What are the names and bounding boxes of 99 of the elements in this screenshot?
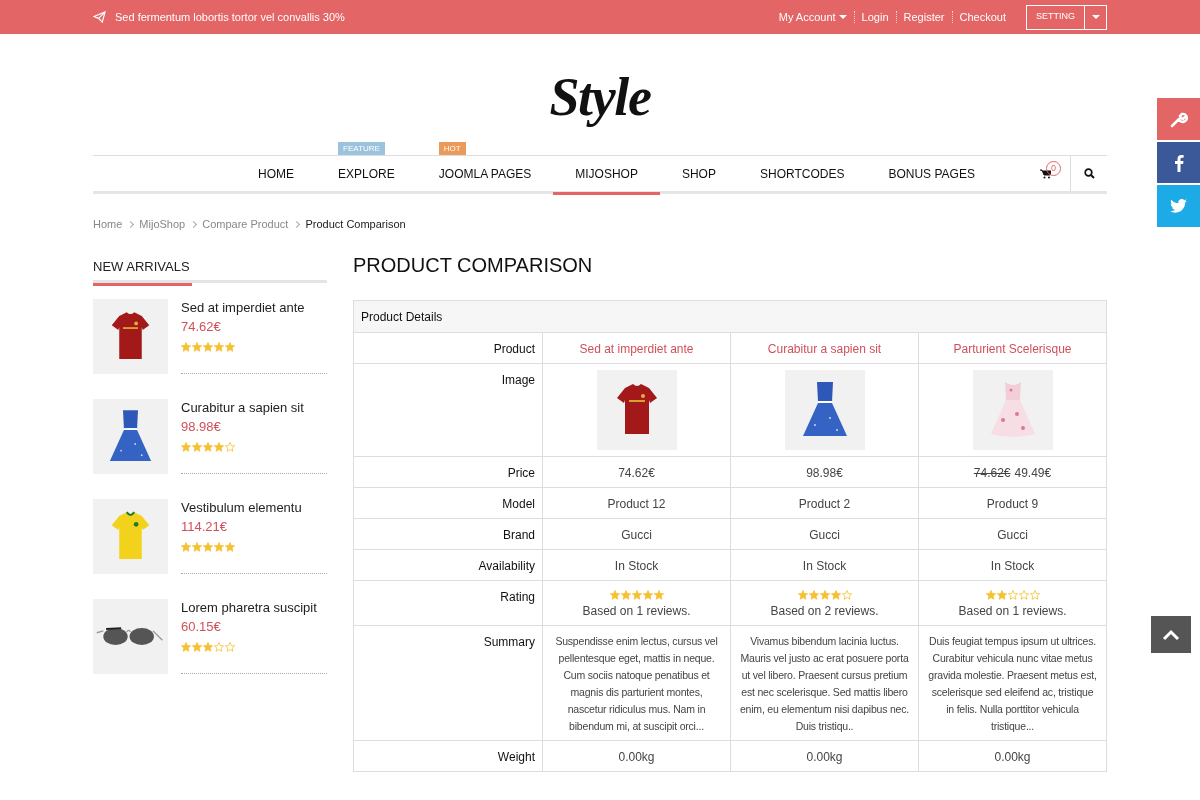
star-filled-icon	[214, 542, 224, 552]
star-filled-icon	[620, 590, 631, 600]
paper-plane-icon	[93, 11, 106, 23]
section-header: Product Details	[353, 300, 1107, 333]
star-filled-icon	[808, 590, 819, 600]
product-summary: Vivamus bibendum lacinia luctus. Mauris vel justo ac erat posuere porta ut vel libero. Praesent cursus pretium est nec scelerisque. Sed mattis libero enim, eu elementum nisi dapibus nec. Duis tristiqu..	[739, 634, 910, 734]
breadcrumb-link[interactable]: MijoShop	[139, 215, 186, 233]
product-name-link[interactable]: Lorem pharetra suscipit	[181, 599, 327, 617]
product-price: 98.98€	[181, 418, 222, 436]
product-name-link[interactable]: Sed at imperdiet ante	[181, 299, 327, 317]
row-label: Image	[353, 363, 543, 457]
star-filled-icon	[996, 590, 1007, 600]
row-label: Weight	[353, 740, 543, 772]
table-cell: 0.00kg	[618, 750, 655, 764]
row-label: Product	[353, 332, 543, 364]
back-to-top-button[interactable]	[1151, 616, 1191, 653]
star-empty-icon	[225, 642, 235, 652]
star-filled-icon	[203, 342, 213, 352]
page-title: PRODUCT COMPARISON	[353, 253, 594, 278]
row-label: Model	[353, 487, 543, 519]
star-filled-icon	[203, 642, 213, 652]
table-cell: In Stock	[614, 559, 659, 573]
table-cell: Gucci	[621, 528, 652, 542]
nav-item[interactable]: MIJOSHOP	[553, 156, 660, 195]
star-filled-icon	[225, 342, 235, 352]
nav-badge: HOT	[438, 142, 466, 155]
product-summary: Suspendisse enim lectus, cursus vel pellentesque eget, mattis in neque. Cum sociis natoque penatibus et magnis dis parturient montes, nascetur ridiculus mus. Nam in bibendum mi, at suscipit orci...	[554, 634, 719, 734]
star-empty-icon	[1029, 590, 1040, 600]
nav-item[interactable]: SHOP	[659, 156, 738, 192]
star-filled-icon	[797, 590, 808, 600]
breadcrumb-link[interactable]: Compare Product	[202, 215, 289, 233]
row-label: Rating	[353, 580, 543, 626]
product-summary: Duis feugiat tempus ipsum ut ultrices. Curabitur vehicula nunc vitae metus gravida molestie. Praesent metus est, scelerisque sed eleifend ac, tristique in felis. Nulla porttitor vehicula tristique...	[927, 634, 1098, 734]
star-filled-icon	[819, 590, 830, 600]
product-price: 74.62€	[181, 318, 222, 336]
product-price: 114.21€	[181, 518, 229, 536]
star-filled-icon	[192, 442, 202, 452]
star-filled-icon	[181, 442, 191, 452]
row-label: Availability	[353, 549, 543, 581]
caret-icon	[838, 15, 847, 19]
star-filled-icon	[203, 542, 213, 552]
star-filled-icon	[192, 642, 202, 652]
star-filled-icon	[192, 542, 202, 552]
product-price: 60.15€	[181, 618, 222, 636]
breadcrumb-link[interactable]: Home	[93, 215, 123, 233]
logo[interactable]: Style	[549, 62, 651, 155]
old-price: 74.62€	[973, 465, 1011, 482]
table-cell: Product 12	[607, 497, 666, 511]
price: 74.62€	[618, 465, 655, 482]
review-count: Based on 1 reviews.	[582, 603, 691, 620]
nav-item[interactable]: EXPLORE	[316, 156, 417, 192]
facebook-tab[interactable]	[1157, 142, 1200, 183]
star-filled-icon	[192, 342, 202, 352]
price: 49.49€	[1014, 465, 1052, 482]
star-filled-icon	[653, 590, 664, 600]
star-filled-icon	[830, 590, 841, 600]
table-cell: In Stock	[802, 559, 847, 573]
sidebar-title: NEW ARRIVALS	[93, 257, 192, 286]
star-filled-icon	[214, 342, 224, 352]
star-filled-icon	[985, 590, 996, 600]
review-count: Based on 2 reviews.	[770, 603, 879, 620]
search-icon[interactable]	[1083, 168, 1095, 179]
nav-badge: FEATURE	[338, 142, 385, 155]
review-count: Based on 1 reviews.	[958, 603, 1067, 620]
nav-item[interactable]: SHORTCODES	[737, 156, 867, 192]
star-empty-icon	[1018, 590, 1029, 600]
table-cell: 0.00kg	[806, 750, 843, 764]
breadcrumb-current: Product Comparison	[305, 216, 406, 232]
star-filled-icon	[181, 542, 191, 552]
nav-item[interactable]: BONUS PAGES	[866, 156, 997, 192]
row-label: Summary	[353, 625, 543, 741]
row-label: Brand	[353, 518, 543, 550]
row-label: Price	[353, 456, 543, 488]
star-filled-icon	[203, 442, 213, 452]
table-cell: In Stock	[990, 559, 1035, 573]
star-filled-icon	[609, 590, 620, 600]
table-cell: Product 9	[986, 497, 1039, 511]
star-filled-icon	[181, 642, 191, 652]
star-filled-icon	[225, 542, 235, 552]
caret-icon	[1091, 15, 1100, 19]
tools-tab[interactable]	[1157, 98, 1200, 140]
nav-item[interactable]: JOOMLA PAGES	[416, 156, 554, 192]
star-filled-icon	[214, 442, 224, 452]
product-name-link[interactable]: Vestibulum elementu	[181, 499, 327, 517]
star-filled-icon	[181, 342, 191, 352]
table-cell: Product 2	[798, 497, 851, 511]
table-cell: Gucci	[809, 528, 840, 542]
table-cell: Gucci	[997, 528, 1028, 542]
promo-text: Sed fermentum lobortis tortor vel convallis 30%	[115, 9, 345, 25]
table-cell: 0.00kg	[994, 750, 1031, 764]
nav-item[interactable]: HOME	[236, 156, 317, 192]
chevron-up-icon	[1162, 628, 1180, 641]
star-filled-icon	[631, 590, 642, 600]
product-name-link[interactable]: Curabitur a sapien sit	[181, 399, 327, 417]
star-filled-icon	[642, 590, 653, 600]
twitter-icon	[1170, 199, 1187, 213]
cart-icon[interactable]	[1039, 168, 1051, 179]
facebook-icon	[1173, 153, 1184, 172]
price: 98.98€	[806, 465, 843, 482]
